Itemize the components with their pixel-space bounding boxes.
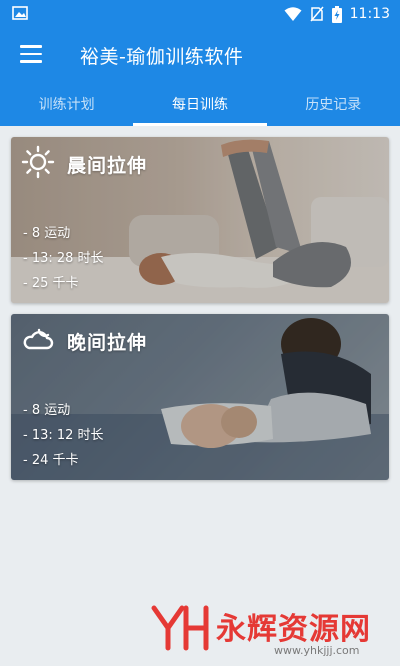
card-title: 晚间拉伸: [67, 332, 148, 354]
yh-logo-icon: [151, 605, 209, 651]
moon-cloud-icon: [23, 328, 54, 350]
status-time: 11:13: [349, 6, 390, 22]
exercise-count: - 8 运动: [23, 226, 71, 241]
tab-history[interactable]: 历史记录: [267, 84, 400, 126]
status-icons: 11:13: [284, 4, 390, 24]
watermark-url: www.yhkjjj.com: [274, 644, 360, 657]
menu-icon[interactable]: [20, 45, 42, 65]
morning-stretch-card[interactable]: 晨间拉伸 - 8 运动 - 13: 28 时长 - 25 千卡: [11, 137, 389, 303]
duration: - 13: 12 时长: [23, 428, 104, 443]
no-sim-icon: [310, 6, 324, 22]
tab-training-plan[interactable]: 训练计划: [0, 84, 133, 126]
tab-bar: 训练计划 每日训练 历史记录: [0, 84, 400, 126]
exercise-count: - 8 运动: [23, 403, 71, 418]
watermark: 永辉资源网 www.yhkjjj.com: [150, 600, 380, 662]
calories: - 25 千卡: [23, 276, 79, 291]
app-title: 裕美-瑜伽训练软件: [80, 46, 244, 68]
image-notification-icon: [12, 6, 28, 20]
app-bar: 裕美-瑜伽训练软件: [0, 28, 400, 84]
card-title: 晨间拉伸: [67, 155, 148, 177]
battery-charging-icon: [331, 5, 342, 23]
watermark-brand: 永辉资源网: [216, 612, 371, 647]
sun-icon: [21, 145, 55, 179]
evening-stretch-card[interactable]: 晚间拉伸 - 8 运动 - 13: 12 时长 - 24 千卡: [11, 314, 389, 480]
status-bar: 11:13: [0, 0, 400, 28]
wifi-icon: [284, 7, 302, 21]
tab-daily-training[interactable]: 每日训练: [133, 84, 267, 126]
duration: - 13: 28 时长: [23, 251, 104, 266]
card-stats: - 8 运动 - 13: 28 时长 - 25 千卡: [23, 221, 104, 296]
calories: - 24 千卡: [23, 453, 79, 468]
card-stats: - 8 运动 - 13: 12 时长 - 24 千卡: [23, 398, 104, 473]
